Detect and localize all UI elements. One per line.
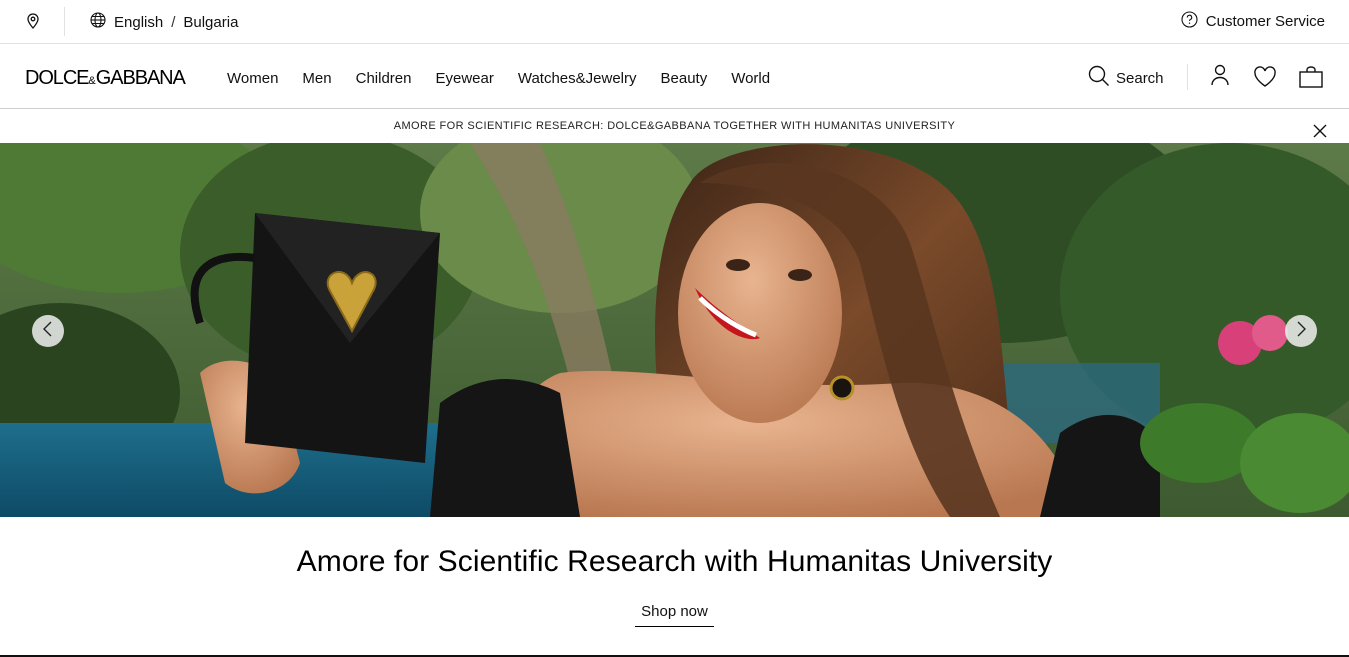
nav-item-men[interactable]: Men [302,70,331,87]
shopping-bag-icon[interactable] [1298,65,1324,94]
nav-item-watches-jewelry[interactable]: Watches&Jewelry [518,70,637,87]
search-button[interactable]: Search [1088,65,1164,91]
chevron-right-icon [1295,321,1307,342]
search-icon [1088,65,1110,91]
nav-divider [1187,64,1188,90]
utility-bar: English / Bulgaria Customer Service [0,0,1349,44]
hero-image [0,143,1349,517]
country-label: Bulgaria [183,13,239,31]
logo-part-1: DOLCE [25,67,90,89]
search-label: Search [1116,69,1164,87]
category-menu: Women Men Children Eyewear Watches&Jewel… [227,70,770,87]
nav-item-beauty[interactable]: Beauty [661,70,708,87]
hero-headline: Amore for Scientific Research with Human… [296,545,1053,578]
nav-item-eyewear[interactable]: Eyewear [435,70,493,87]
nav-item-women[interactable]: Women [227,70,278,87]
nav-item-world[interactable]: World [731,70,770,87]
language-label: English [114,13,164,31]
brand-logo[interactable]: DOLCE&GABBANA [25,67,186,90]
nav-item-children[interactable]: Children [356,70,412,87]
globe-icon [90,12,106,32]
close-icon[interactable] [1313,119,1327,138]
announcement-text[interactable]: AMORE FOR SCIENTIFIC RESEARCH: DOLCE&GAB… [394,120,956,132]
main-navigation: DOLCE&GABBANA Women Men Children Eyewear… [0,45,1349,109]
customer-service-label: Customer Service [1205,12,1325,30]
carousel-next-button[interactable] [1285,315,1317,347]
announcement-bar: AMORE FOR SCIENTIFIC RESEARCH: DOLCE&GAB… [0,110,1349,142]
language-selector[interactable]: English / Bulgaria [90,12,238,32]
chevron-left-icon [42,321,54,342]
logo-part-2: GABBANA [95,67,186,89]
language-separator: / [171,13,176,31]
logo-ampersand: & [88,75,96,87]
hero-banner[interactable] [0,143,1349,517]
user-icon[interactable] [1210,64,1230,91]
location-pin-icon[interactable] [24,12,42,30]
question-circle-icon [1181,10,1198,32]
customer-service-link[interactable]: Customer Service [1181,10,1325,32]
shop-now-link[interactable]: Shop now [635,603,714,627]
heart-icon[interactable] [1253,66,1277,93]
utility-divider [64,7,65,36]
carousel-prev-button[interactable] [32,315,64,347]
